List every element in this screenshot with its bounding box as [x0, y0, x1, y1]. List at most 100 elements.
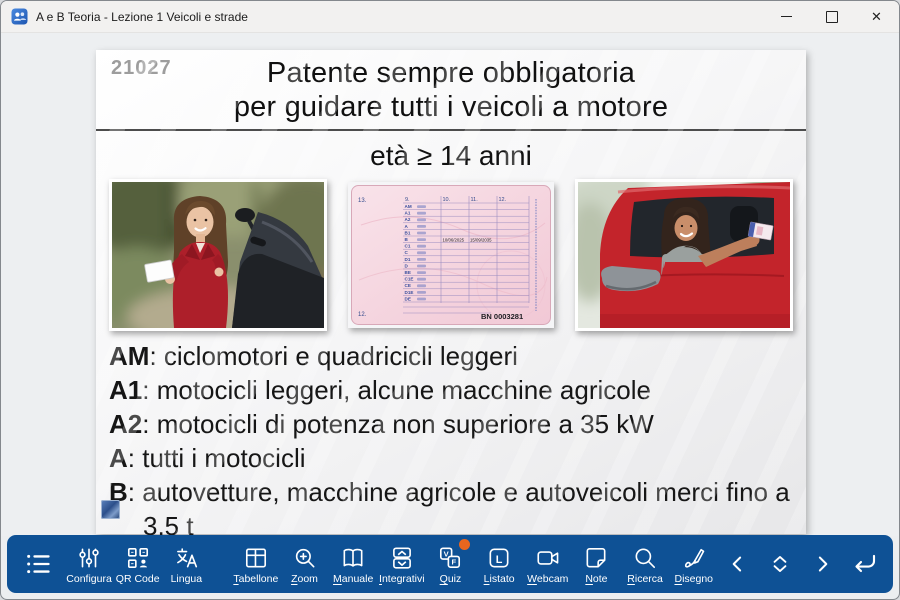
next-button[interactable]	[802, 551, 841, 577]
list-square-icon: L	[486, 545, 512, 571]
minimize-icon	[781, 16, 792, 17]
card-field-13: 13.	[358, 198, 367, 204]
close-button[interactable]: ✕	[854, 1, 899, 32]
svg-text:AM: AM	[405, 204, 412, 209]
toolbar-label: Tabellone	[233, 573, 278, 585]
board-grid-icon	[243, 545, 269, 571]
toolbar-label: Lingua	[171, 573, 203, 585]
svg-text:CE: CE	[405, 283, 411, 288]
toolbar-item-note[interactable]: Note	[572, 543, 621, 585]
slide-title: Patente sempre obbligatoria per guidare …	[96, 50, 806, 124]
content-area: 21027 Patente sempre obbligatoria per gu…	[1, 33, 899, 536]
svg-text:DE: DE	[405, 296, 411, 301]
return-arrow-icon	[849, 549, 879, 579]
card-col-10: 10.	[443, 197, 451, 203]
toolbar-label: Ricerca	[627, 573, 663, 585]
toolbar-item-zoom[interactable]: Zoom	[280, 543, 329, 585]
navigation-group	[718, 549, 883, 579]
category-a1-text: motocicli leggeri, alcune macchine agric…	[157, 375, 651, 405]
app-icon	[11, 8, 28, 25]
maximize-icon	[826, 11, 838, 23]
lesson-slide: 21027 Patente sempre obbligatoria per gu…	[96, 50, 806, 534]
stamp-icon	[101, 500, 120, 519]
photo-woman-car	[578, 182, 790, 328]
toolbar-item-quiz[interactable]: V F Quiz	[426, 543, 475, 585]
toolbar-item-manuale[interactable]: Manuale	[329, 543, 378, 585]
toolbar-item-webcam[interactable]: Webcam	[523, 543, 572, 585]
slides-stack-icon	[389, 545, 415, 571]
card-col-12: 12.	[499, 197, 507, 203]
card-col-11: 11.	[471, 197, 479, 203]
svg-text:B1: B1	[405, 230, 411, 235]
svg-text:BE: BE	[405, 270, 411, 275]
toolbar-item-ricerca[interactable]: Ricerca	[621, 543, 670, 585]
app-window: A e B Teoria - Lezione 1 Veicoli e strad…	[0, 0, 900, 600]
toolbar-item-disegno[interactable]: Disegno	[669, 543, 718, 585]
bottom-toolbar: Configura QR Code Lingua Tabe	[7, 535, 893, 593]
return-button[interactable]	[844, 549, 883, 579]
menu-list-icon	[24, 550, 52, 578]
category-b-text: autovetture, macchine agricole e autovei…	[142, 477, 789, 541]
category-a-label: A	[109, 443, 128, 473]
toolbar-label: Zoom	[291, 573, 318, 585]
svg-text:D1E: D1E	[405, 290, 414, 295]
toolbar-item-qrcode[interactable]: QR Code	[113, 543, 162, 585]
toolbar-item-tabellone[interactable]: Tabellone	[232, 543, 281, 585]
card-serial: BN 0003281	[481, 312, 523, 321]
toolbar-label: Listato	[484, 573, 515, 585]
book-icon	[340, 545, 366, 571]
toolbar-item-listato[interactable]: L Listato	[475, 543, 524, 585]
category-a: A: tutti i motocicli	[109, 441, 794, 475]
note-icon	[583, 545, 609, 571]
toolbar-label: Disegno	[674, 573, 713, 585]
slide-title-line2: per guidare tutti i veicoli a motore	[96, 90, 806, 124]
chevron-left-icon	[725, 551, 751, 577]
chevron-right-icon	[809, 551, 835, 577]
toolbar-label: Manuale	[333, 573, 373, 585]
svg-text:C1: C1	[405, 244, 411, 249]
category-list: AM: ciclomotori e quadricicli leggeri A1…	[96, 331, 806, 543]
card-expiry-date: 15/09/2035	[470, 237, 492, 242]
window-title: A e B Teoria - Lezione 1 Veicoli e strad…	[36, 10, 248, 24]
toolbar-item-integrativi[interactable]: Integrativi	[377, 543, 426, 585]
category-a2-text: motocicli di potenza non superiore a 35 …	[157, 409, 654, 439]
expand-button[interactable]	[760, 551, 799, 577]
category-am-text: ciclomotori e quadricicli leggeri	[164, 341, 518, 371]
svg-text:A2: A2	[405, 217, 411, 222]
card-field-12: 12.	[358, 312, 367, 318]
chevrons-up-down-icon	[767, 551, 793, 577]
toolbar-label: Quiz	[440, 573, 462, 585]
age-requirement: età ≥ 14 anni	[96, 140, 806, 172]
category-a1-label: A1	[109, 375, 142, 405]
toolbar-item-configura[interactable]: Configura	[65, 543, 114, 585]
toolbar-label: Configura	[66, 573, 112, 585]
photo-row: 13. 12. 9. 10. 11. 12. AMA1A2AB1BC1CD1DB…	[96, 172, 806, 331]
category-a1: A1: motocicli leggeri, alcune macchine a…	[109, 373, 794, 407]
toolbar-item-lingua[interactable]: Lingua	[162, 543, 211, 585]
close-icon: ✕	[871, 10, 882, 23]
minimize-button[interactable]	[764, 1, 809, 32]
toolbar-label: Note	[585, 573, 607, 585]
slide-title-line1: Patente sempre obbligatoria	[96, 56, 806, 90]
category-am: AM: ciclomotori e quadricicli leggeri	[109, 339, 794, 373]
webcam-icon	[535, 545, 561, 571]
menu-button[interactable]	[17, 550, 59, 578]
maximize-button[interactable]	[809, 1, 854, 32]
pen-draw-icon	[681, 545, 707, 571]
card-col-9: 9.	[405, 197, 410, 203]
previous-button[interactable]	[718, 551, 757, 577]
translate-icon	[173, 545, 199, 571]
toolbar-label: Integrativi	[379, 573, 425, 585]
sliders-icon	[76, 545, 102, 571]
svg-text:F: F	[452, 557, 457, 566]
toolbar-label: QR Code	[116, 573, 160, 585]
search-icon	[632, 545, 658, 571]
qr-code-icon	[125, 545, 151, 571]
toolbar-label: Webcam	[527, 573, 568, 585]
photo-woman-scooter	[112, 182, 324, 328]
photo-scooter-frame	[109, 179, 327, 331]
category-a2: A2: motocicli di potenza non superiore a…	[109, 407, 794, 441]
zoom-in-icon	[292, 545, 318, 571]
title-divider	[96, 129, 806, 131]
category-a-text: tutti i motocicli	[142, 443, 305, 473]
